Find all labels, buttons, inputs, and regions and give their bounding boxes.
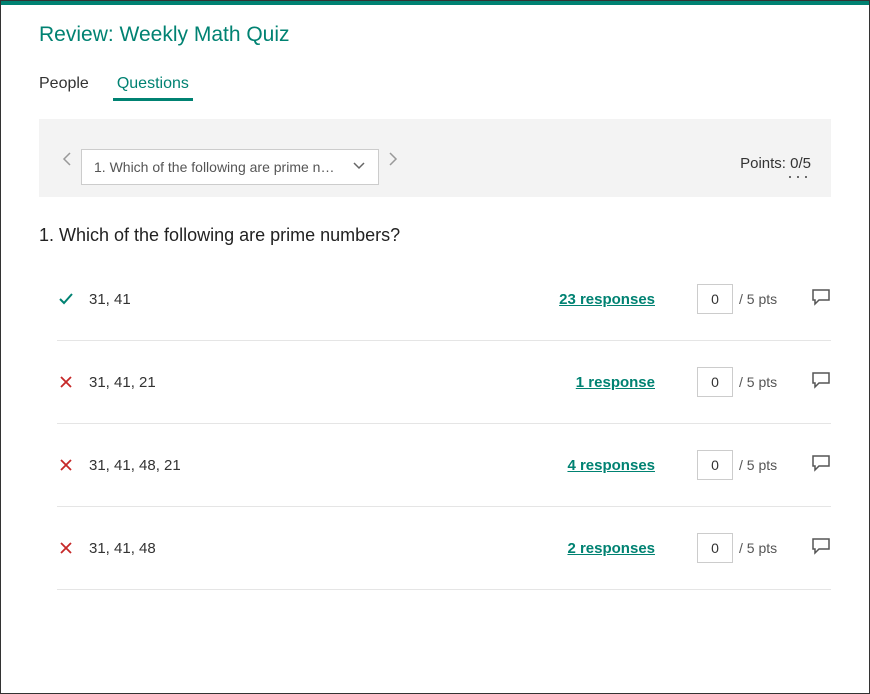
responses-link[interactable]: 4 responses [567, 457, 697, 474]
responses-link[interactable]: 2 responses [567, 540, 697, 557]
chevron-left-icon [62, 151, 72, 167]
points-suffix: / 5 pts [739, 457, 777, 473]
points-group: / 5 pts [697, 533, 785, 563]
comment-button[interactable] [811, 537, 831, 560]
points-input[interactable] [697, 367, 733, 397]
comment-button[interactable] [811, 288, 831, 311]
answer-row: 31, 41, 48, 21 4 responses / 5 pts [57, 424, 831, 507]
answer-text: 31, 41 [89, 291, 289, 308]
points-input[interactable] [697, 533, 733, 563]
comment-icon [811, 537, 831, 555]
question-title: 1. Which of the following are prime numb… [39, 225, 831, 246]
chevron-down-icon [352, 158, 366, 176]
points-suffix: / 5 pts [739, 374, 777, 390]
comment-icon [811, 371, 831, 389]
points-group: / 5 pts [697, 450, 785, 480]
answers-list: 31, 41 23 responses / 5 pts 31, 41, 21 1… [39, 258, 831, 590]
dropdown-label: 1. Which of the following are prime num… [94, 159, 342, 175]
answer-row: 31, 41 23 responses / 5 pts [57, 258, 831, 341]
cross-icon [57, 539, 75, 557]
tabs-bar: People Questions [39, 75, 831, 101]
comment-icon [811, 288, 831, 306]
check-icon [57, 290, 75, 308]
comment-button[interactable] [811, 454, 831, 477]
page-title: Review: Weekly Math Quiz [39, 23, 831, 47]
responses-link[interactable]: 1 response [576, 374, 697, 391]
points-suffix: / 5 pts [739, 291, 777, 307]
answer-text: 31, 41, 21 [89, 374, 289, 391]
points-group: / 5 pts [697, 284, 785, 314]
tab-questions[interactable]: Questions [117, 75, 189, 101]
responses-link[interactable]: 23 responses [559, 291, 697, 308]
answer-row: 31, 41, 48 2 responses / 5 pts [57, 507, 831, 590]
comment-icon [811, 454, 831, 472]
prev-question-button[interactable] [59, 149, 75, 169]
answer-text: 31, 41, 48 [89, 540, 289, 557]
tab-people[interactable]: People [39, 75, 89, 101]
more-options-button[interactable]: ··· [787, 166, 811, 187]
question-nav-panel: 1. Which of the following are prime num…… [39, 119, 831, 197]
points-suffix: / 5 pts [739, 540, 777, 556]
comment-button[interactable] [811, 371, 831, 394]
points-group: / 5 pts [697, 367, 785, 397]
answer-row: 31, 41, 21 1 response / 5 pts [57, 341, 831, 424]
cross-icon [57, 456, 75, 474]
answer-text: 31, 41, 48, 21 [89, 457, 289, 474]
next-question-button[interactable] [385, 149, 401, 169]
cross-icon [57, 373, 75, 391]
points-input[interactable] [697, 450, 733, 480]
points-input[interactable] [697, 284, 733, 314]
chevron-right-icon [388, 151, 398, 167]
more-icon: ··· [787, 166, 811, 186]
question-dropdown[interactable]: 1. Which of the following are prime num… [81, 149, 379, 185]
